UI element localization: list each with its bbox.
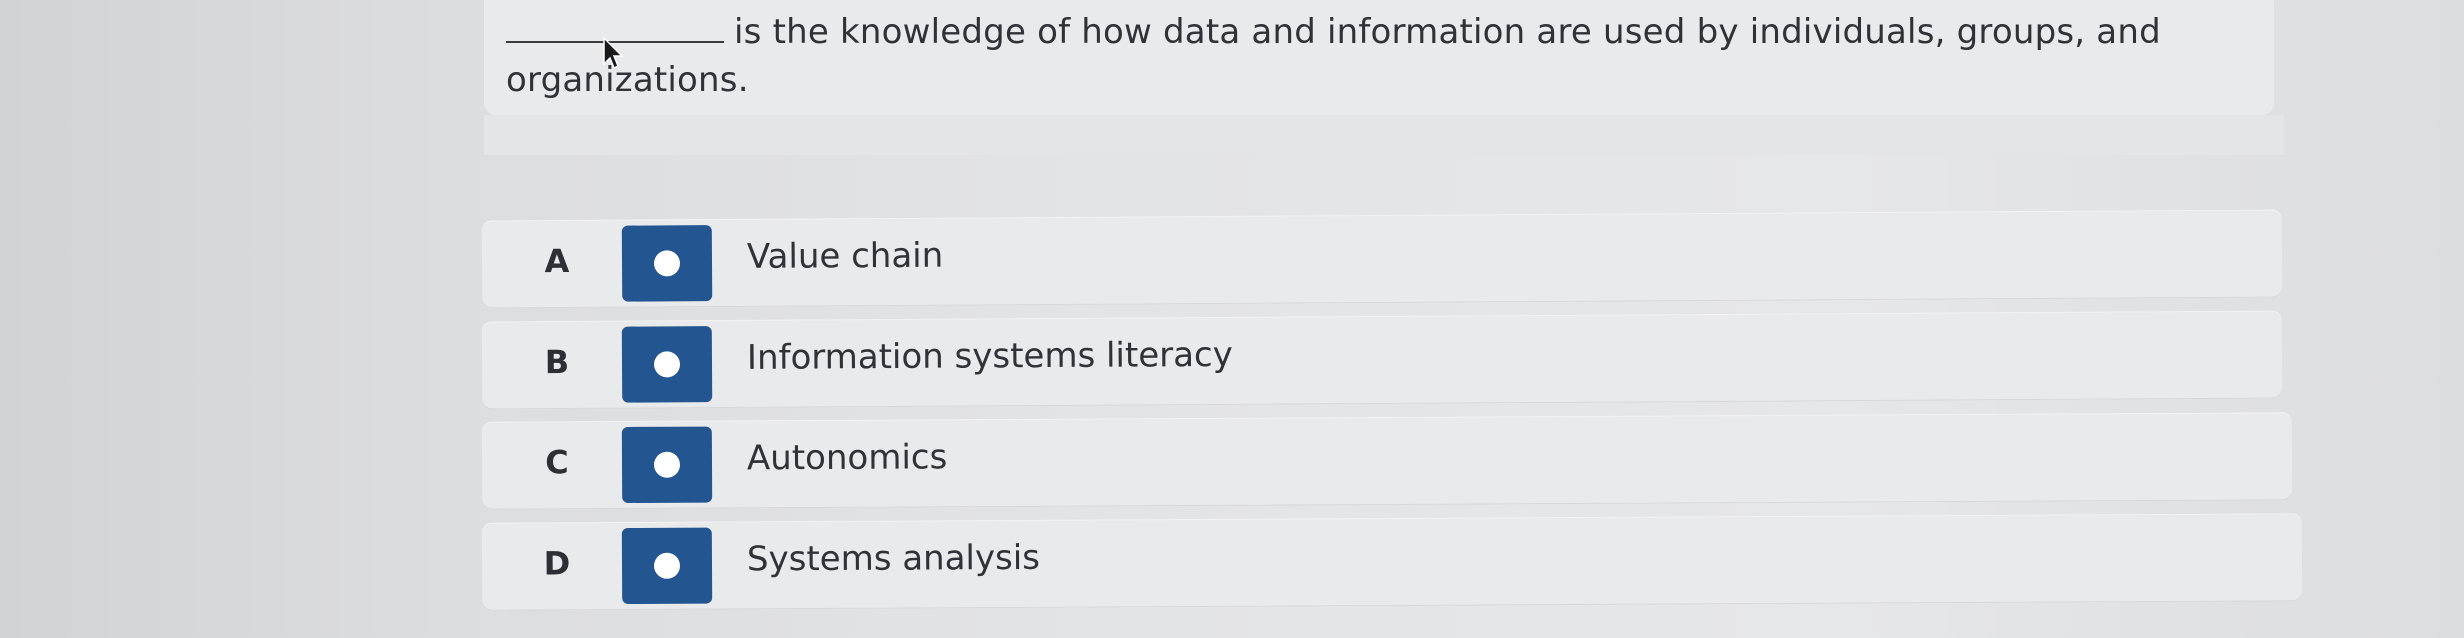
option-label: Value chain [746,235,944,277]
option-c-radio-button[interactable] [621,426,713,504]
option-b-radio-button[interactable] [621,326,713,403]
option-label: Information systems literacy [746,334,1233,378]
question-card-footer [484,115,2284,155]
option-label: Systems analysis [746,537,1041,580]
option-b-row[interactable]: B Information systems literacy [481,310,2283,410]
radio-button-icon [653,552,681,579]
mouse-pointer-icon [603,36,624,70]
option-d-radio-button[interactable] [621,527,713,605]
option-a-row[interactable]: A Value chain [481,209,2283,309]
option-label: Autonomics [746,437,948,479]
question-text: is the knowledge of how data and informa… [506,12,2161,100]
option-a-radio-button[interactable] [621,225,713,302]
radio-button-icon [653,250,681,277]
option-letter: C [545,443,569,482]
option-letter: B [544,342,570,382]
option-letter: A [544,241,570,281]
option-d-row[interactable]: D Systems analysis [481,513,2303,611]
option-letter: D [543,544,571,583]
option-c-row[interactable]: C Autonomics [481,412,2293,510]
question-prompt: is the knowledge of how data and informa… [506,8,2206,104]
radio-button-icon [653,451,681,478]
radio-button-icon [653,351,681,378]
